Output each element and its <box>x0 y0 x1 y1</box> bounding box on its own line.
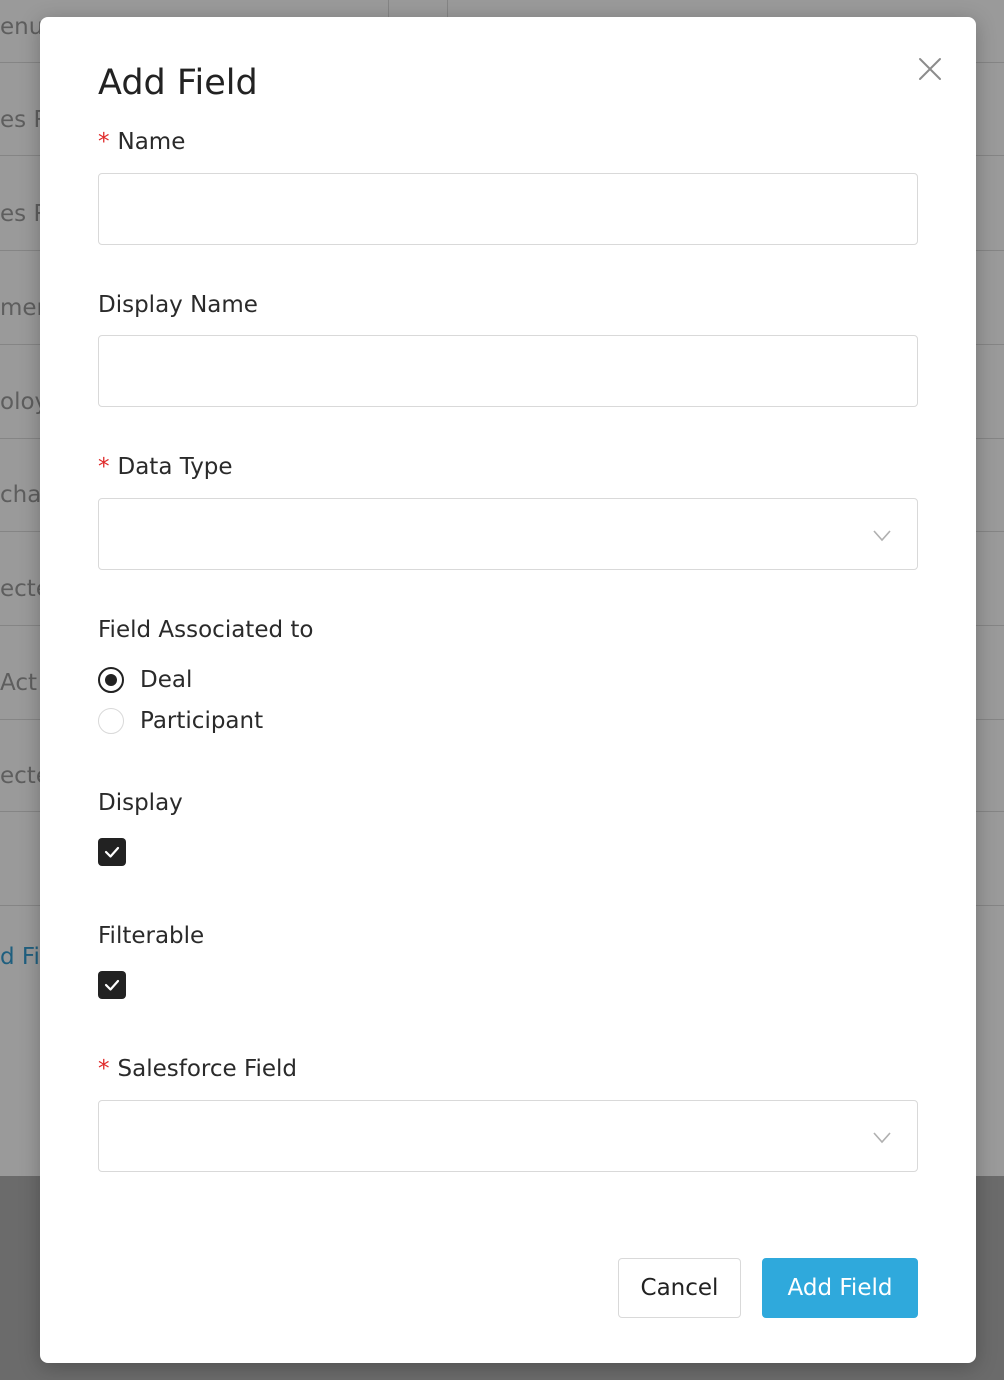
background-column-divider <box>388 0 389 18</box>
background-column-divider <box>447 0 448 18</box>
data-type-label: * Data Type <box>98 454 233 480</box>
required-mark: * <box>98 129 110 155</box>
required-mark: * <box>98 1056 110 1082</box>
display-name-input[interactable] <box>99 336 917 406</box>
name-label-text: Name <box>117 129 186 155</box>
required-mark: * <box>98 454 110 480</box>
add-field-modal: Add Field * Name Display Name * Data Type … <box>40 17 976 1363</box>
name-field[interactable] <box>98 173 918 245</box>
background-row-text: Act <box>0 670 37 696</box>
checkmark-icon <box>104 979 120 991</box>
display-name-field[interactable] <box>98 335 918 407</box>
data-type-select[interactable] <box>98 498 918 570</box>
background-row-text: enu <box>0 14 44 40</box>
radio-option-participant[interactable]: Participant <box>98 706 263 736</box>
salesforce-field-label-text: Salesforce Field <box>117 1056 298 1082</box>
cancel-button[interactable]: Cancel <box>618 1258 741 1318</box>
display-label: Display <box>98 790 183 816</box>
add-field-button[interactable]: Add Field <box>762 1258 918 1318</box>
radio-option-deal[interactable]: Deal <box>98 665 192 695</box>
close-icon <box>919 58 941 80</box>
name-label: * Name <box>98 129 185 155</box>
checkmark-icon <box>104 846 120 858</box>
modal-title: Add Field <box>98 63 258 103</box>
display-name-label: Display Name <box>98 292 258 318</box>
salesforce-field-label: * Salesforce Field <box>98 1056 297 1082</box>
radio-button[interactable] <box>98 667 124 693</box>
name-input[interactable] <box>99 174 917 244</box>
radio-label: Participant <box>140 708 264 734</box>
close-button[interactable] <box>912 51 948 87</box>
radio-button[interactable] <box>98 708 124 734</box>
data-type-label-text: Data Type <box>117 454 233 480</box>
chevron-down-icon <box>873 530 891 542</box>
field-associated-to-label: Field Associated to <box>98 617 314 643</box>
salesforce-field-select[interactable] <box>98 1100 918 1172</box>
filterable-label: Filterable <box>98 923 205 949</box>
filterable-checkbox[interactable] <box>98 971 126 999</box>
display-checkbox[interactable] <box>98 838 126 866</box>
background-add-field-link[interactable]: d Fi <box>0 944 40 970</box>
radio-label: Deal <box>140 667 193 693</box>
chevron-down-icon <box>873 1132 891 1144</box>
